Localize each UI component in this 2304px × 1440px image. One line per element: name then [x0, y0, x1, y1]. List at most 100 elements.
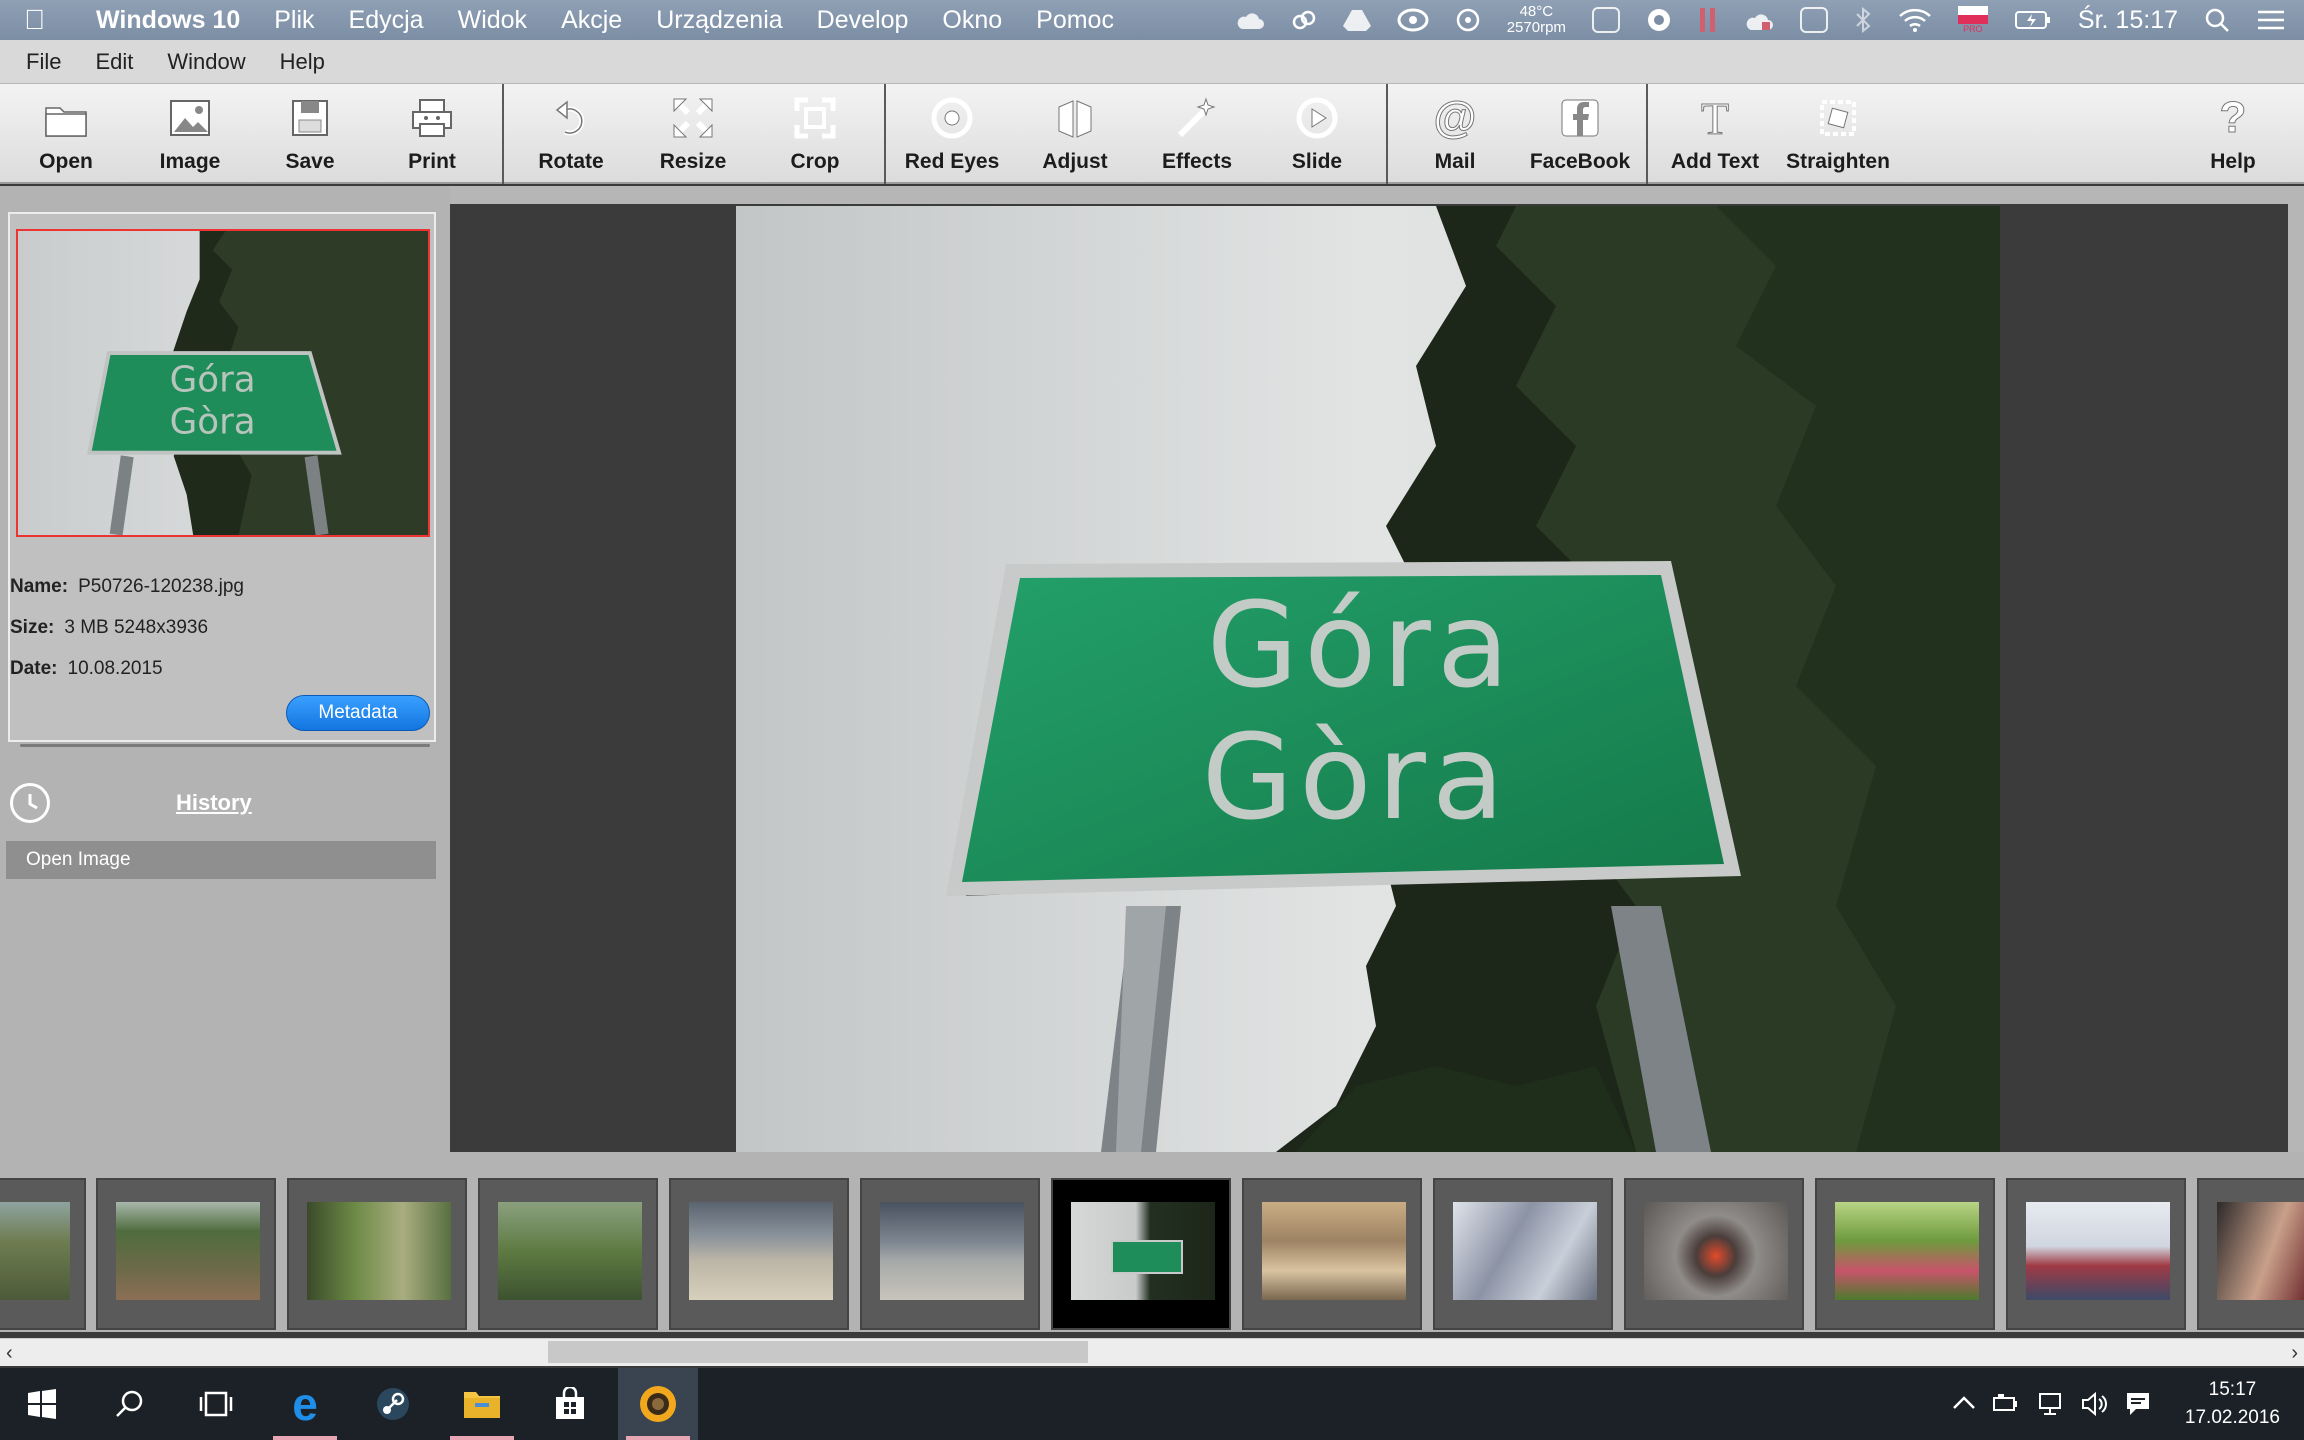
resize-button[interactable]: Resize — [653, 84, 733, 182]
filmstrip-thumbnail[interactable] — [669, 1178, 849, 1330]
filmstrip-thumbnail[interactable] — [860, 1178, 1040, 1330]
steam-icon — [377, 1388, 409, 1420]
network-icon[interactable] — [2036, 1390, 2064, 1418]
mail-label: Mail — [1434, 150, 1476, 173]
apple-icon[interactable]:  — [24, 4, 74, 36]
task-view-icon — [199, 1391, 233, 1417]
menu-edycja[interactable]: Edycja — [349, 6, 424, 35]
taskbar-photo-app[interactable] — [618, 1368, 698, 1440]
crop-icon — [793, 96, 837, 140]
temperature-readout[interactable]: 48°C 2570rpm — [1507, 4, 1566, 36]
filmstrip-thumbnail[interactable] — [478, 1178, 658, 1330]
menubar-clock[interactable]: Śr. 15:17 — [2078, 6, 2178, 35]
filmstrip-thumbnail[interactable] — [1242, 1178, 1422, 1330]
taskbar-store[interactable] — [530, 1368, 610, 1440]
memory-icon[interactable] — [1799, 7, 1828, 33]
filmstrip-thumbnail[interactable] — [96, 1178, 276, 1330]
action-center-icon[interactable] — [2124, 1390, 2152, 1418]
red-eyes-button[interactable]: Red Eyes — [900, 84, 1004, 182]
help-button[interactable]: ? Help — [2193, 84, 2273, 182]
creative-cloud-icon[interactable] — [1397, 8, 1429, 32]
taskbar-steam[interactable] — [353, 1368, 433, 1440]
fan-icon[interactable] — [1455, 7, 1481, 33]
filmstrip-thumbnail[interactable] — [2006, 1178, 2186, 1330]
sync-icon[interactable] — [1646, 7, 1672, 33]
metadata-button[interactable]: Metadata — [286, 695, 430, 731]
power-tray-icon[interactable] — [1992, 1390, 2020, 1418]
menu-file[interactable]: File — [26, 49, 61, 75]
menu-develop[interactable]: Develop — [817, 6, 909, 35]
display-icon[interactable] — [1591, 7, 1620, 33]
open-button[interactable]: Open — [26, 84, 106, 182]
menu-okno[interactable]: Okno — [942, 6, 1002, 35]
menu-help[interactable]: Help — [280, 49, 325, 75]
filmstrip-thumbnail[interactable] — [1624, 1178, 1804, 1330]
filmstrip-thumbnail[interactable] — [2197, 1178, 2304, 1330]
filmstrip-thumbnail[interactable] — [1433, 1178, 1613, 1330]
rotate-button[interactable]: Rotate — [531, 84, 611, 182]
add-text-button[interactable]: T Add Text — [1665, 84, 1765, 182]
cloud-upload-icon[interactable] — [1744, 8, 1774, 32]
menu-edit[interactable]: Edit — [95, 49, 133, 75]
mail-button[interactable]: @ Mail — [1415, 84, 1495, 182]
main-view: Góra Gòra — [450, 186, 2304, 1152]
scroll-right-arrow-icon[interactable]: › — [2291, 1339, 2298, 1367]
image-button[interactable]: Image — [150, 84, 230, 182]
printer-icon — [410, 96, 454, 140]
task-view-button[interactable] — [176, 1368, 256, 1440]
notification-center-icon[interactable] — [2256, 8, 2286, 32]
show-hidden-icons-chevron-icon[interactable] — [1950, 1390, 1978, 1418]
history-title[interactable]: History — [176, 790, 252, 816]
question-mark-icon: ? — [2219, 93, 2247, 143]
add-text-label: Add Text — [1670, 150, 1760, 173]
taskbar-clock[interactable]: 15:17 17.02.2016 — [2185, 1376, 2280, 1432]
filmstrip-thumbnail[interactable] — [0, 1178, 86, 1330]
crop-button[interactable]: Crop — [775, 84, 855, 182]
app-name[interactable]: Windows 10 — [96, 6, 240, 35]
spotlight-search-icon[interactable] — [2204, 7, 2230, 33]
bluetooth-icon[interactable] — [1854, 7, 1872, 33]
clock-icon — [10, 783, 50, 823]
menu-akcje[interactable]: Akcje — [561, 6, 622, 35]
menu-widok[interactable]: Widok — [458, 6, 527, 35]
menu-window[interactable]: Window — [167, 49, 245, 75]
main-photo[interactable]: Góra Gòra — [736, 206, 2000, 1152]
battery-icon[interactable] — [2014, 9, 2052, 31]
menu-pomoc[interactable]: Pomoc — [1036, 6, 1114, 35]
crop-label: Crop — [790, 150, 840, 173]
preview-thumbnail[interactable]: Góra Gòra — [16, 229, 430, 537]
taskbar-file-explorer[interactable] — [442, 1368, 522, 1440]
start-button[interactable] — [2, 1368, 82, 1440]
save-button[interactable]: Save — [270, 84, 350, 182]
scroll-left-arrow-icon[interactable]: ‹ — [6, 1339, 13, 1367]
drive-icon[interactable] — [1342, 8, 1371, 32]
scrollbar-thumb[interactable] — [548, 1341, 1088, 1363]
volume-icon[interactable] — [2080, 1390, 2108, 1418]
adjust-button[interactable]: Adjust — [1035, 84, 1115, 182]
search-button[interactable] — [90, 1368, 170, 1440]
toolbar: Open Image Save Print Rotate Resize Crop… — [0, 84, 2304, 184]
filmstrip-thumbnail[interactable] — [287, 1178, 467, 1330]
straighten-button[interactable]: Straighten — [1780, 84, 1896, 182]
red-eyes-label: Red Eyes — [904, 150, 1000, 173]
wifi-icon[interactable] — [1898, 7, 1932, 33]
sign-line1: Góra — [1207, 576, 1515, 714]
menu-plik[interactable]: Plik — [274, 6, 314, 35]
cloud-icon[interactable] — [1235, 9, 1265, 31]
history-item[interactable]: Open Image — [6, 841, 436, 879]
image-canvas[interactable]: Góra Gòra — [450, 204, 2288, 1152]
pause-icon[interactable] — [1698, 6, 1718, 34]
filmstrip-thumbnail[interactable] — [1815, 1178, 1995, 1330]
print-button[interactable]: Print — [392, 84, 472, 182]
facebook-icon — [1558, 96, 1602, 140]
filmstrip-thumbnail-selected[interactable] — [1051, 1178, 1231, 1330]
menu-urzadzenia[interactable]: Urządzenia — [656, 6, 782, 35]
running-indicator — [273, 1436, 337, 1440]
filmstrip-scrollbar[interactable]: ‹ › — [0, 1338, 2304, 1366]
effects-button[interactable]: Effects — [1157, 84, 1237, 182]
link-icon[interactable] — [1291, 7, 1317, 33]
slide-button[interactable]: Slide — [1277, 84, 1357, 182]
taskbar-edge[interactable]: e — [265, 1368, 345, 1440]
facebook-button[interactable]: FaceBook — [1522, 84, 1638, 182]
input-language-flag-icon[interactable]: PRO — [1957, 6, 1988, 34]
